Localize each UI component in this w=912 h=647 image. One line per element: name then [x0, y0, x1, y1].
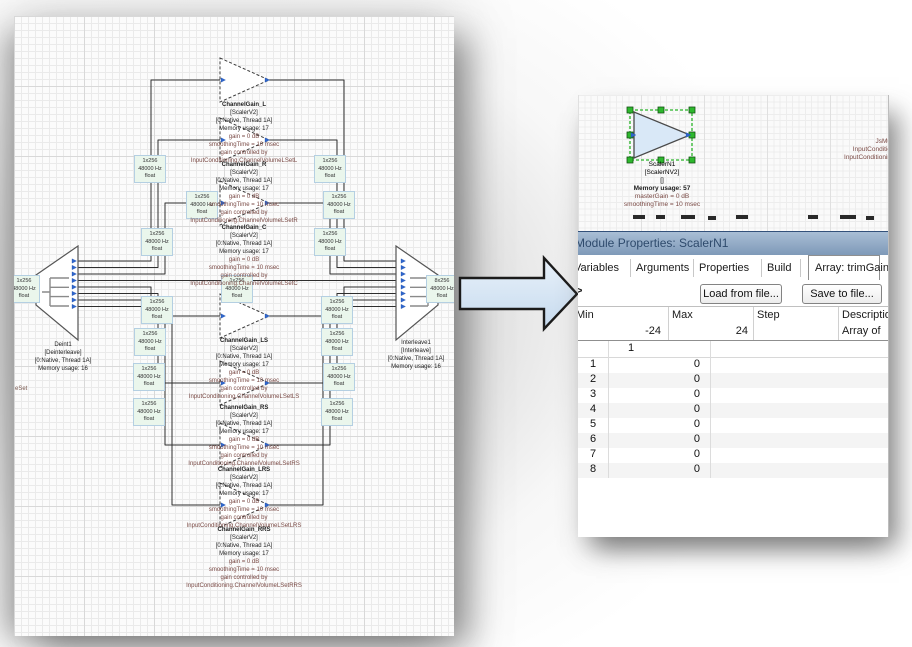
- param-header-max: Max: [672, 309, 693, 321]
- clipped-chevron: >: [578, 285, 582, 297]
- tab-properties[interactable]: Properties: [699, 259, 749, 277]
- clipped-edge-text: eSet: [15, 386, 27, 392]
- clipped-canvas-text: InputConditio: [853, 146, 889, 153]
- wire-label-input: 1x25648000 Hzfloat: [14, 275, 40, 303]
- scaler-label-c: ChannelGain_C[ScalerV2] [0:Native, Threa…: [134, 224, 354, 288]
- deinterleave-block[interactable]: [36, 246, 78, 340]
- table-row[interactable]: 70: [578, 448, 888, 463]
- clipped-canvas-text: InputConditionin: [844, 154, 889, 161]
- param-header-step: Step: [757, 309, 780, 321]
- selected-scaler-label: ScalerN1 [ScalerNV2] [] Memory usage: 57…: [578, 161, 772, 209]
- scaler-label-lrs: ChannelGain_LRS[ScalerV2] [0:Native, Thr…: [134, 466, 354, 530]
- table-row[interactable]: 20: [578, 373, 888, 388]
- module-properties-panel: ScalerN1 [ScalerNV2] [] Memory usage: 57…: [578, 95, 889, 537]
- selected-scaler-block[interactable]: [634, 112, 690, 158]
- tab-array-trimgain[interactable]: Array: trimGain: [808, 255, 880, 280]
- table-row[interactable]: 80: [578, 463, 888, 478]
- designer-canvas[interactable]: 1x25648000 Hzfloat 8x25648000 Hzfloat 1x…: [14, 16, 454, 636]
- grid-column-1-header: 1: [628, 342, 634, 354]
- tab-variables[interactable]: Variables: [578, 259, 619, 277]
- save-to-file-button[interactable]: Save to file...: [802, 284, 882, 304]
- param-value-min[interactable]: -24: [578, 325, 661, 337]
- scaler-channelgain-l: [220, 58, 269, 102]
- wire-label-output: 8x25648000 Hzfloat: [426, 275, 454, 303]
- wire-label: 1x25648000 Hzfloat: [141, 296, 173, 324]
- scaler-label-l: ChannelGain_L[ScalerV2] [0:Native, Threa…: [134, 101, 354, 165]
- table-row[interactable]: 40: [578, 403, 888, 418]
- table-row[interactable]: 60: [578, 433, 888, 448]
- canvas-fragment[interactable]: ScalerN1 [ScalerNV2] [] Memory usage: 57…: [578, 95, 888, 231]
- tab-arguments[interactable]: Arguments: [636, 259, 689, 277]
- param-header-description: Description: [842, 309, 889, 321]
- tab-build[interactable]: Build: [767, 259, 791, 277]
- param-header-min: Min: [578, 309, 594, 321]
- load-from-file-button[interactable]: Load from file...: [700, 284, 782, 304]
- scaler-label-rrs: ChannelGain_RRS[ScalerV2] [0:Native, Thr…: [134, 526, 354, 590]
- scaler-label-rs: ChannelGain_RS[ScalerV2] [0:Native, Thre…: [134, 404, 354, 468]
- panel-title: Module Properties: ScalerN1: [578, 236, 728, 250]
- module-properties-titlebar: Module Properties: ScalerN1: [578, 231, 888, 255]
- wire-label: 1x25648000 Hzfloat: [321, 296, 353, 324]
- param-value-description: Array of: [842, 325, 881, 337]
- scaler-label-ls: ChannelGain_LS[ScalerV2] [0:Native, Thre…: [134, 337, 354, 401]
- table-row[interactable]: 10: [578, 358, 888, 373]
- scaler-label-r: ChannelGain_R[ScalerV2] [0:Native, Threa…: [134, 161, 354, 225]
- clipped-canvas-text: JsMu: [875, 138, 889, 145]
- trimgain-array-grid: 1 10 20 30 40 50 60 70 80: [578, 341, 888, 478]
- table-row[interactable]: 30: [578, 388, 888, 403]
- transition-arrow: [455, 250, 581, 338]
- grid-column-header: 1: [578, 341, 888, 358]
- param-value-max[interactable]: 24: [672, 325, 748, 337]
- tab-bar: Variables Arguments Properties Build Arr…: [578, 255, 888, 281]
- table-row[interactable]: 50: [578, 418, 888, 433]
